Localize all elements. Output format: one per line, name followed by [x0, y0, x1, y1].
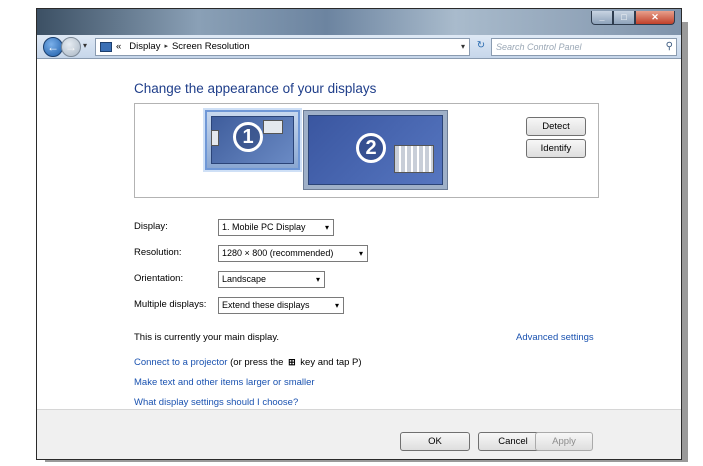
display-label: Display: — [134, 221, 168, 232]
screen-resolution-window: _ □ ✕ ← → ▾ « Display ▸ Screen Resolutio… — [36, 8, 682, 460]
projector-line: Connect to a projector (or press the ⊞ k… — [134, 357, 362, 368]
orientation-select-value: Landscape — [222, 274, 267, 284]
recent-pages-dropdown-icon[interactable]: ▾ — [83, 41, 87, 50]
chevron-down-icon: ▾ — [358, 249, 363, 258]
projector-screen-icon — [394, 145, 434, 173]
resolution-label: Resolution: — [134, 247, 182, 258]
chevron-down-icon: ▾ — [315, 275, 320, 284]
monitor-2[interactable]: 2 — [303, 110, 448, 190]
monitor-1-number: 1 — [233, 122, 263, 152]
breadcrumb-screen-resolution[interactable]: Screen Resolution — [172, 39, 250, 55]
windows-key-icon: ⊞ — [288, 357, 296, 367]
title-bar[interactable]: _ □ ✕ — [37, 9, 681, 35]
ok-button[interactable]: OK — [400, 432, 470, 451]
address-dropdown-icon[interactable]: ▾ — [461, 39, 465, 55]
search-input[interactable]: Search Control Panel ⚲ — [491, 38, 677, 56]
chevron-down-icon: ▾ — [334, 301, 339, 310]
multiple-displays-label: Multiple displays: — [134, 299, 207, 310]
detect-button[interactable]: Detect — [526, 117, 586, 136]
address-bar: ← → ▾ « Display ▸ Screen Resolution ▾ ↻ … — [37, 35, 681, 59]
window-controls: _ □ ✕ — [591, 11, 675, 25]
control-panel-icon — [100, 42, 112, 52]
breadcrumb[interactable]: « Display ▸ Screen Resolution ▾ — [95, 38, 470, 56]
multiple-displays-select-value: Extend these displays — [222, 300, 310, 310]
breadcrumb-separator-icon[interactable]: ▸ — [164, 39, 168, 55]
projector-hint-text-2: key and tap P) — [300, 357, 362, 368]
search-placeholder: Search Control Panel — [496, 42, 582, 52]
resolution-select-value: 1280 × 800 (recommended) — [222, 248, 334, 258]
connect-projector-link[interactable]: Connect to a projector — [134, 357, 227, 368]
search-icon[interactable]: ⚲ — [666, 39, 673, 55]
display-select[interactable]: 1. Mobile PC Display ▾ — [218, 219, 334, 236]
main-content: Change the appearance of your displays 1… — [37, 59, 681, 409]
orientation-select[interactable]: Landscape ▾ — [218, 271, 325, 288]
laptop-icon — [211, 130, 219, 146]
advanced-settings-link[interactable]: Advanced settings — [516, 332, 594, 343]
breadcrumb-overflow[interactable]: « — [116, 39, 121, 55]
display-icon — [263, 120, 283, 134]
monitor-2-number: 2 — [356, 133, 386, 163]
maximize-button[interactable]: □ — [613, 11, 635, 25]
display-select-value: 1. Mobile PC Display — [222, 222, 306, 232]
breadcrumb-display[interactable]: Display — [129, 39, 160, 55]
main-display-status: This is currently your main display. — [134, 332, 280, 343]
minimize-button[interactable]: _ — [591, 11, 613, 25]
forward-button[interactable]: → — [61, 37, 81, 57]
display-help-link[interactable]: What display settings should I choose? — [134, 397, 298, 408]
projector-hint-text: (or press the — [230, 357, 284, 368]
monitor-1[interactable]: 1 — [205, 110, 300, 170]
refresh-icon[interactable]: ↻ — [472, 38, 490, 56]
apply-button[interactable]: Apply — [535, 432, 593, 451]
text-size-link[interactable]: Make text and other items larger or smal… — [134, 377, 315, 388]
dialog-footer: OK Cancel Apply — [37, 409, 681, 459]
multiple-displays-select[interactable]: Extend these displays ▾ — [218, 297, 344, 314]
page-title: Change the appearance of your displays — [134, 81, 377, 96]
back-button[interactable]: ← — [43, 37, 63, 57]
chevron-down-icon: ▾ — [324, 223, 329, 232]
close-button[interactable]: ✕ — [635, 11, 675, 25]
orientation-label: Orientation: — [134, 273, 184, 284]
identify-button[interactable]: Identify — [526, 139, 586, 158]
resolution-select[interactable]: 1280 × 800 (recommended) ▾ — [218, 245, 368, 262]
